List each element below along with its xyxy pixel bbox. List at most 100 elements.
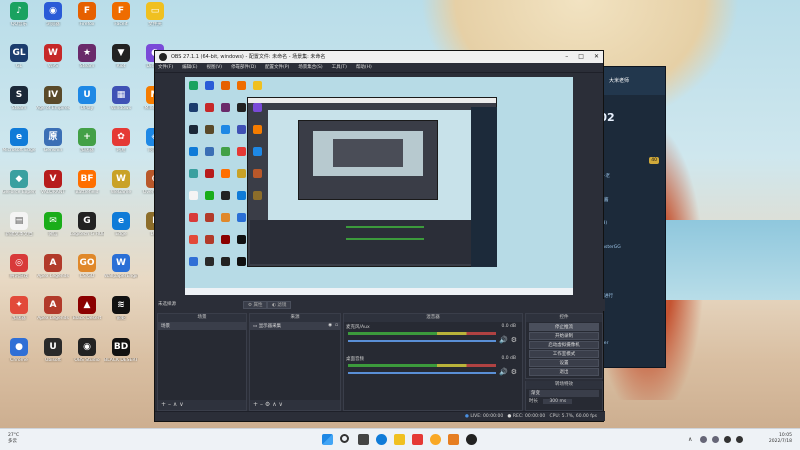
desktop-icon[interactable]: ◎ 腾讯游戏: [2, 254, 36, 294]
source-settings-icon[interactable]: ⚙: [265, 401, 270, 408]
weather-widget[interactable]: 27°C 多云: [8, 433, 19, 445]
desktop-icon[interactable]: V VALORANT: [36, 170, 70, 210]
desktop-icon[interactable]: + 加速器: [70, 128, 104, 168]
start-icon[interactable]: [322, 434, 333, 445]
desktop-icon[interactable]: S Steam: [2, 86, 36, 126]
menu-item[interactable]: 视图(V): [206, 63, 222, 72]
menu-item[interactable]: 场景集合(S): [298, 63, 322, 72]
task-view-icon[interactable]: [358, 434, 369, 445]
scene-item[interactable]: 场景: [158, 322, 246, 330]
start-virtual-camera-button[interactable]: 启动虚拟摄像机: [529, 341, 599, 349]
close-icon[interactable]: ✕: [594, 51, 599, 63]
lock-icon[interactable]: ▫: [335, 323, 338, 328]
tray-app-icon[interactable]: [700, 436, 707, 443]
properties-button[interactable]: ⚙ 属性: [243, 301, 268, 309]
desktop-icon[interactable]: A Apex Legends: [36, 296, 70, 336]
source-item[interactable]: ▭ 显示器采集 ◉ ▫: [250, 322, 340, 330]
menu-item[interactable]: 帮助(H): [356, 63, 372, 72]
desktop-icon[interactable]: ✿ 网易: [104, 128, 138, 168]
desktop-icon[interactable]: ▭ 文件夹: [138, 2, 172, 42]
desktop-icon[interactable]: G Logitech G HUB: [70, 212, 104, 252]
desktop-icon[interactable]: e Edge: [104, 212, 138, 252]
remove-source-icon[interactable]: –: [260, 401, 263, 408]
taskbar-clock[interactable]: 10:05 2022/7/18: [769, 433, 792, 445]
desktop-icon[interactable]: F Faceit: [104, 2, 138, 42]
filters-button[interactable]: ◐ 滤镜: [267, 301, 292, 309]
desktop-icon[interactable]: F Firefox: [70, 2, 104, 42]
desktop-icon[interactable]: W WeGame: [104, 170, 138, 210]
desktop-icon[interactable]: BD BLACK DESERT: [104, 338, 138, 378]
desktop-icon[interactable]: ♪ QQ音乐: [2, 2, 36, 42]
desktop-icon[interactable]: IV Age of Empires IV: [36, 86, 70, 126]
duration-input[interactable]: 300 ms: [543, 399, 573, 404]
edge-icon[interactable]: [376, 434, 387, 445]
menu-item[interactable]: 工具(T): [332, 63, 347, 72]
store-icon[interactable]: [412, 434, 423, 445]
maximize-icon[interactable]: □: [578, 51, 584, 63]
obs-preview[interactable]: [185, 77, 573, 295]
desktop-icon[interactable]: BF Battlefield: [70, 170, 104, 210]
wifi-icon[interactable]: [724, 436, 731, 443]
remove-scene-icon[interactable]: –: [168, 401, 171, 408]
desktop-icon[interactable]: ◆ GeForce Experience: [2, 170, 36, 210]
add-source-icon[interactable]: +: [253, 401, 258, 408]
desktop-icon[interactable]: ▲ Black Desert: [70, 296, 104, 336]
chrome-icon[interactable]: [430, 434, 441, 445]
studio-mode-button[interactable]: 工作室模式: [529, 350, 599, 358]
obs-titlebar[interactable]: OBS 27.1.1 (64-bit, windows) - 配置文件: 未命名…: [155, 51, 603, 63]
search-icon[interactable]: [340, 434, 349, 443]
settings-button[interactable]: 设置: [529, 359, 599, 367]
desktop-mute-icon[interactable]: 🔊: [499, 368, 508, 376]
source-down-icon[interactable]: ∨: [279, 401, 283, 408]
desktop-icon[interactable]: ● Chrome: [2, 338, 36, 378]
source-up-icon[interactable]: ∧: [272, 401, 276, 408]
desktop-volume-slider[interactable]: [348, 372, 496, 374]
desktop-icon[interactable]: ▼ Riot: [104, 44, 138, 84]
desktop-icon[interactable]: A Apex Legends: [36, 254, 70, 294]
preview-icon: [189, 103, 198, 112]
preview-icon: [205, 257, 214, 266]
move-down-icon[interactable]: ∨: [179, 401, 183, 408]
move-up-icon[interactable]: ∧: [173, 401, 177, 408]
file-explorer-icon[interactable]: [394, 434, 405, 445]
desktop-icon[interactable]: ◉ OBS Studio: [70, 338, 104, 378]
add-scene-icon[interactable]: +: [161, 401, 166, 408]
minimize-icon[interactable]: –: [565, 51, 568, 63]
desktop-icon[interactable]: W WallpaperEngine: [104, 254, 138, 294]
desktop-icon[interactable]: ▦ Windows: [104, 86, 138, 126]
desktop-icon[interactable]: ★ Steam: [70, 44, 104, 84]
menu-item[interactable]: 停靠部件(D): [231, 63, 256, 72]
desktop-icon[interactable]: ≋ 雷蛇: [104, 296, 138, 336]
desktop-icon[interactable]: ✉ 微信: [36, 212, 70, 252]
obs-taskbar-icon[interactable]: [466, 434, 477, 445]
start-recording-button[interactable]: 开始录制: [529, 332, 599, 340]
desktop-icon[interactable]: GO CS:GO: [70, 254, 104, 294]
app-icon: ◎: [10, 254, 28, 272]
mic-mute-icon[interactable]: 🔊: [499, 336, 508, 344]
desktop-icon[interactable]: 原 Genshin: [36, 128, 70, 168]
mic-volume-slider[interactable]: [348, 340, 496, 342]
obs-window[interactable]: OBS 27.1.1 (64-bit, windows) - 配置文件: 未命名…: [154, 50, 605, 422]
app-icon[interactable]: [448, 434, 459, 445]
mic-settings-icon[interactable]: ⚙: [511, 336, 517, 344]
tray-app2-icon[interactable]: [712, 436, 719, 443]
desktop-icon[interactable]: e Microsoft Edge: [2, 128, 36, 168]
visibility-eye-icon[interactable]: ◉: [328, 323, 332, 328]
menu-item[interactable]: 编辑(E): [182, 63, 197, 72]
desktop-icon[interactable]: ▤ 新建文本文档: [2, 212, 36, 252]
desktop-icon[interactable]: U UPlay: [70, 86, 104, 126]
tray-chevron-icon[interactable]: ∧: [688, 436, 695, 443]
app-icon: ●: [10, 338, 28, 356]
desktop-settings-icon[interactable]: ⚙: [511, 368, 517, 376]
volume-icon[interactable]: [736, 436, 743, 443]
menu-item[interactable]: 文件(F): [158, 63, 173, 72]
transition-type-select[interactable]: 渐变: [529, 390, 599, 397]
desktop-icon[interactable]: GL GL: [2, 44, 36, 84]
menu-item[interactable]: 配置文件(P): [265, 63, 289, 72]
desktop-icon[interactable]: W WPS: [36, 44, 70, 84]
desktop-icon[interactable]: U Ubisoft: [36, 338, 70, 378]
desktop-icon[interactable]: ✦ 加速器: [2, 296, 36, 336]
stop-streaming-button[interactable]: 停止推流: [529, 323, 599, 331]
exit-button[interactable]: 退出: [529, 368, 599, 376]
desktop-icon[interactable]: ◉ 浏览器: [36, 2, 70, 42]
